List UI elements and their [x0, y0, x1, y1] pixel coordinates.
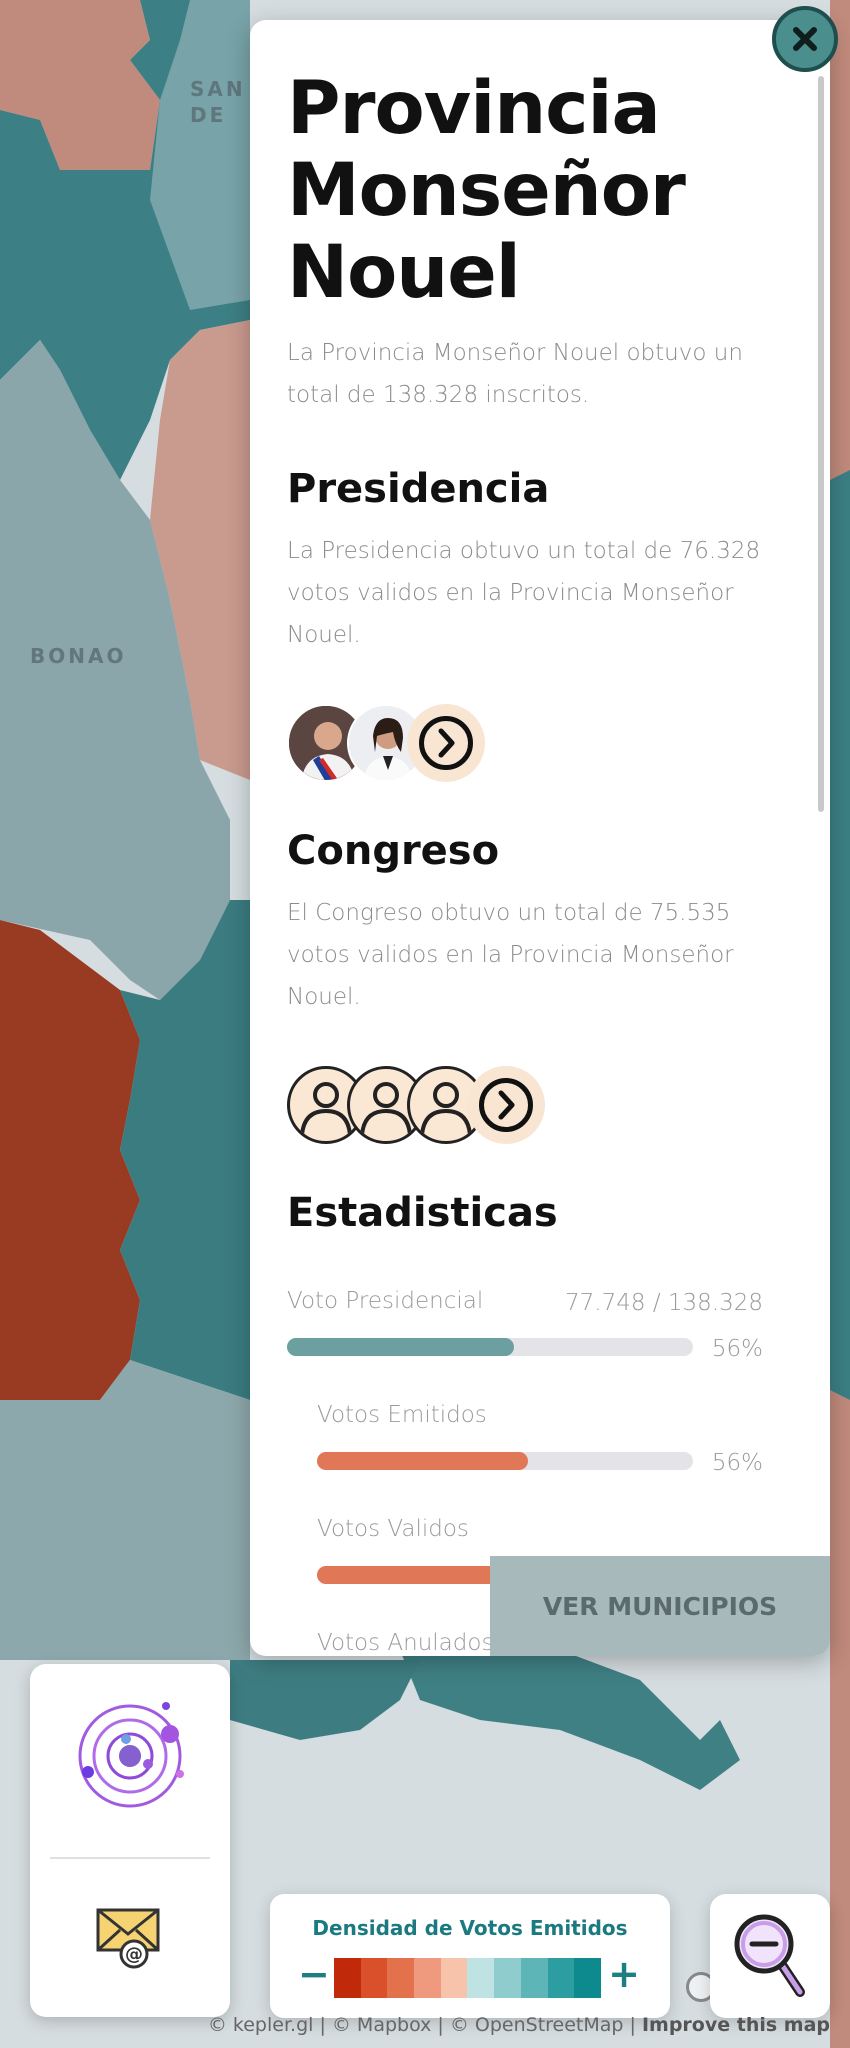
close-icon: [793, 27, 817, 51]
legend-swatch: [334, 1958, 361, 1998]
estadisticas-heading: Estadisticas: [287, 1190, 558, 1236]
legend-swatch: [520, 1958, 548, 1998]
legend-swatch: [547, 1958, 575, 1998]
legend-color-scale: [334, 1958, 601, 1998]
card-divider: [50, 1857, 210, 1859]
province-intro: La Provincia Monseñor Nouel obtuvo un to…: [287, 340, 743, 408]
legend-swatch: [467, 1958, 495, 1998]
legend-swatch: [494, 1958, 521, 1998]
congreso-text: El Congreso obtuvo un total de 75.535 vo…: [287, 900, 734, 1010]
legend-swatch: [414, 1958, 441, 1998]
presidencia-candidates[interactable]: [287, 704, 485, 782]
chevron-right-icon: [438, 728, 455, 758]
legend-swatch: [387, 1958, 415, 1998]
presidencia-next-button[interactable]: [407, 704, 485, 782]
legend-title: Densidad de Votos Emitidos: [312, 1916, 628, 1940]
orbit-logo-icon[interactable]: [68, 1694, 192, 1818]
legend-swatch: [440, 1958, 468, 1998]
attribution-text: © kepler.gl | © Mapbox | © OpenStreetMap…: [207, 2014, 642, 2036]
stat-bar-fill: [317, 1452, 528, 1470]
congreso-heading: Congreso: [287, 828, 500, 874]
zoom-out-button[interactable]: [710, 1894, 830, 2018]
congreso-candidates[interactable]: [287, 1066, 545, 1144]
province-title: Provincia Monseñor Nouel: [287, 66, 686, 315]
stat-label: Voto Presidencial: [287, 1288, 484, 1314]
stat-percent: 56%: [711, 1336, 763, 1362]
stat-percent: 56%: [711, 1450, 763, 1476]
svg-text:@: @: [125, 1944, 143, 1965]
improve-map-link[interactable]: Improve this map: [642, 2014, 830, 2036]
stat-bar: [317, 1452, 693, 1470]
map-label-top: SAN DE: [190, 77, 246, 127]
congreso-next-button[interactable]: [467, 1066, 545, 1144]
legend-swatch: [360, 1958, 388, 1998]
stat-bar-fill: [287, 1338, 515, 1356]
email-icon[interactable]: @: [94, 1900, 166, 1972]
stat-label: Votos Validos: [317, 1516, 469, 1542]
legend-decrease-button[interactable]: −: [298, 1954, 330, 1994]
province-detail-panel: Provincia Monseñor Nouel La Provincia Mo…: [250, 20, 830, 1656]
chevron-right-icon: [498, 1090, 515, 1120]
ver-municipios-button[interactable]: VER MUNICIPIOS: [490, 1556, 830, 1656]
panel-scrollbar[interactable]: [818, 76, 824, 812]
map-label-bonao: BONAO: [30, 644, 127, 668]
zoom-out-icon: [734, 1914, 805, 1997]
map-attribution: © kepler.gl | © Mapbox | © OpenStreetMap…: [208, 2014, 830, 2036]
stat-bar: [287, 1338, 693, 1356]
stat-value: 77.748 / 138.328: [565, 1290, 763, 1316]
stat-label: Votos Anulados: [317, 1630, 494, 1656]
density-legend: Densidad de Votos Emitidos − +: [270, 1894, 670, 2018]
legend-swatch: [574, 1958, 601, 1998]
legend-increase-button[interactable]: +: [608, 1954, 640, 1994]
presidencia-heading: Presidencia: [287, 466, 550, 512]
stat-label: Votos Emitidos: [317, 1402, 487, 1428]
side-toolbar-card: @: [30, 1664, 230, 2017]
close-panel-button[interactable]: [772, 6, 838, 72]
presidencia-text: La Presidencia obtuvo un total de 76.328…: [287, 538, 761, 648]
